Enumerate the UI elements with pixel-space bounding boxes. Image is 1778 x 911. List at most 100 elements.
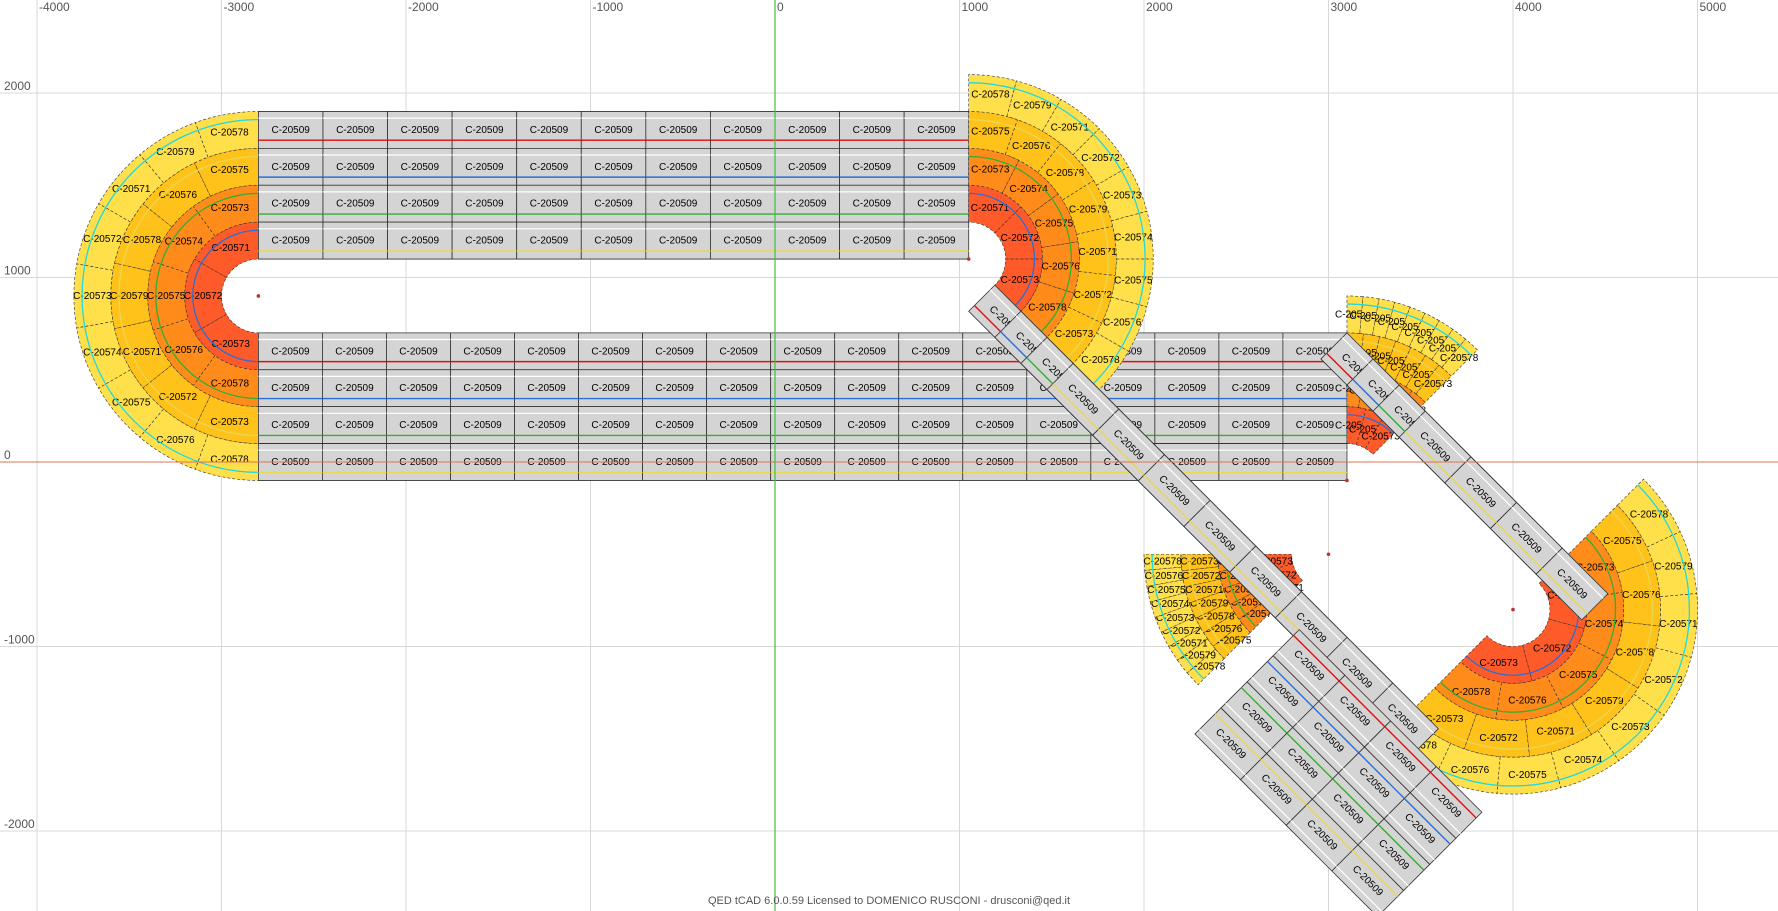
straight-tile[interactable]: C-20509 bbox=[580, 111, 647, 149]
straight-tile[interactable]: C-20509 bbox=[387, 147, 453, 186]
straight-tile[interactable]: C-20509 bbox=[451, 147, 518, 186]
straight-tile[interactable]: C-20509 bbox=[580, 221, 647, 260]
straight-tile[interactable]: C-20509 bbox=[645, 184, 711, 223]
straight-tile[interactable]: C-20509 bbox=[642, 369, 708, 408]
straight-tile[interactable]: C-20509 bbox=[1154, 369, 1220, 408]
straight-tile[interactable]: C-20509 bbox=[386, 406, 451, 444]
straight-tile[interactable]: C-20509 bbox=[903, 184, 970, 223]
straight-tile[interactable]: C-20509 bbox=[645, 111, 711, 149]
curve-tile[interactable]: C-20579 bbox=[110, 262, 151, 330]
straight-tile[interactable]: C-20509 bbox=[322, 369, 387, 408]
straight-tile[interactable]: C-20509 bbox=[770, 369, 836, 408]
straight-tile[interactable]: C-20509 bbox=[516, 221, 582, 260]
curve-tile[interactable]: C-20571 bbox=[1076, 225, 1118, 276]
straight-tile[interactable]: C-20509 bbox=[451, 111, 518, 149]
straight-tile[interactable]: C-20509 bbox=[962, 369, 1028, 408]
straight-tile[interactable]: C-20509 bbox=[322, 184, 388, 223]
straight-tile[interactable]: C-20509 bbox=[898, 332, 964, 371]
straight-tile[interactable]: C-20509 bbox=[642, 332, 708, 371]
straight-tile[interactable]: C-20509 bbox=[514, 369, 579, 408]
straight-tile[interactable]: C-20509 bbox=[898, 406, 964, 444]
straight-tile[interactable]: C-20509 bbox=[1154, 406, 1220, 444]
curve-label: C-20575 bbox=[1147, 585, 1186, 596]
straight-tile[interactable]: C-20509 bbox=[578, 406, 643, 444]
straight-tile[interactable]: C-20509 bbox=[514, 332, 579, 371]
straight-tile[interactable]: C-20509 bbox=[710, 147, 776, 186]
straight-tile[interactable]: C-20509 bbox=[645, 147, 711, 186]
straight-tile[interactable]: C-20509 bbox=[386, 332, 451, 371]
tile-label: C-20509 bbox=[1168, 346, 1207, 357]
straight-tile[interactable]: C-20509 bbox=[710, 221, 776, 260]
straight-tile[interactable]: C-20509 bbox=[322, 147, 388, 186]
straight-tile[interactable]: C-20509 bbox=[839, 147, 905, 186]
straight-tile[interactable]: C-20509 bbox=[451, 221, 518, 260]
curve-tile[interactable]: C-20571 bbox=[1655, 593, 1698, 658]
straight-tile[interactable]: C-20509 bbox=[774, 221, 840, 260]
straight-tile[interactable]: C-20509 bbox=[516, 184, 582, 223]
straight-tile[interactable]: C-20509 bbox=[839, 184, 905, 223]
straight-tile[interactable]: C-20509 bbox=[834, 332, 900, 371]
straight-tile[interactable]: C-20509 bbox=[1154, 332, 1220, 371]
straight-tile[interactable]: C-20509 bbox=[903, 147, 970, 186]
straight-tile[interactable]: C-20509 bbox=[322, 332, 387, 371]
straight-tile[interactable]: C-20509 bbox=[578, 332, 643, 371]
straight-tile[interactable]: C-20509 bbox=[580, 184, 647, 223]
straight-tile[interactable]: C-20509 bbox=[257, 184, 324, 223]
straight-tile[interactable]: C-20509 bbox=[962, 406, 1028, 444]
straight-tile[interactable]: C-20509 bbox=[770, 332, 836, 371]
tile-label: C-20509 bbox=[1168, 420, 1207, 431]
straight-tile[interactable]: C-20509 bbox=[516, 147, 582, 186]
track-layout[interactable]: C-20571 C-20572 C-20573 C-20573 C-20574 C-205… bbox=[73, 74, 1698, 911]
straight-tile[interactable]: C-20509 bbox=[514, 406, 579, 444]
straight-tile[interactable]: C-20509 bbox=[903, 221, 970, 260]
curve-tile[interactable]: C-20573 bbox=[73, 263, 114, 329]
straight-tile[interactable]: C-20509 bbox=[898, 369, 964, 408]
straight-tile[interactable]: C-20509 bbox=[1218, 332, 1284, 371]
straight-tile[interactable]: C-20509 bbox=[257, 147, 324, 186]
straight-tile[interactable]: C-20509 bbox=[706, 369, 772, 408]
straight-tile[interactable]: C-20509 bbox=[578, 369, 643, 408]
straight-tile[interactable]: C-20509 bbox=[386, 369, 451, 408]
straight-tile[interactable]: C-20509 bbox=[257, 221, 324, 260]
curve-label: C-20573 bbox=[73, 291, 112, 302]
straight-tile[interactable]: C-20509 bbox=[839, 221, 905, 260]
straight-tile[interactable]: C-20509 bbox=[257, 332, 323, 371]
y-tick-label: -1000 bbox=[4, 633, 35, 647]
straight-tile[interactable]: C-20509 bbox=[706, 406, 772, 444]
straight-tile[interactable]: C-20509 bbox=[903, 111, 970, 149]
curve-tile[interactable]: C-20575 bbox=[147, 261, 189, 331]
curve-label: C-20573 bbox=[1414, 379, 1453, 390]
straight-tile[interactable]: C-20509 bbox=[834, 406, 900, 444]
straight-tile[interactable]: C-20509 bbox=[257, 369, 323, 408]
straight-tile[interactable]: C-20509 bbox=[839, 111, 905, 149]
straight-tile[interactable]: C-20509 bbox=[774, 111, 840, 149]
straight-tile[interactable]: C-20509 bbox=[580, 147, 647, 186]
straight-tile[interactable]: C-20509 bbox=[450, 369, 515, 408]
straight-tile[interactable]: C-20509 bbox=[706, 332, 772, 371]
straight-tile[interactable]: C-20509 bbox=[516, 111, 582, 149]
straight-tile[interactable]: C-20509 bbox=[710, 111, 776, 149]
straight-tile[interactable]: C-20509 bbox=[450, 406, 515, 444]
straight-tile[interactable]: C-20509 bbox=[322, 111, 388, 149]
straight-tile[interactable]: C-20509 bbox=[450, 332, 515, 371]
straight-tile[interactable]: C-20509 bbox=[642, 406, 708, 444]
straight-tile[interactable]: C-20509 bbox=[257, 111, 324, 149]
straight-tile[interactable]: C-20509 bbox=[1218, 406, 1284, 444]
curve-tile[interactable]: C-20575 bbox=[1496, 751, 1562, 795]
straight-tile[interactable]: C-20509 bbox=[322, 221, 388, 260]
straight-tile[interactable]: C-20509 bbox=[387, 184, 453, 223]
straight-tile[interactable]: C-20509 bbox=[322, 406, 387, 444]
straight-tile[interactable]: C-20509 bbox=[710, 184, 776, 223]
straight-tile[interactable]: C-20509 bbox=[645, 221, 711, 260]
straight-tile[interactable]: C-20509 bbox=[387, 111, 453, 149]
straight-tile[interactable]: C-20509 bbox=[257, 406, 323, 444]
tile-label: C-20509 bbox=[399, 420, 438, 431]
straight-tile[interactable]: C-20509 bbox=[387, 221, 453, 260]
straight-tile[interactable]: C-20509 bbox=[1218, 369, 1284, 408]
straight-tile[interactable]: C-20509 bbox=[774, 147, 840, 186]
straight-tile[interactable]: C-20509 bbox=[834, 369, 900, 408]
cad-canvas[interactable]: -4000 -3000 -2000 -1000 0 1000 2000 3000 4000 500… bbox=[0, 0, 1778, 911]
straight-tile[interactable]: C-20509 bbox=[770, 406, 836, 444]
straight-tile[interactable]: C-20509 bbox=[451, 184, 518, 223]
straight-tile[interactable]: C-20509 bbox=[774, 184, 840, 223]
